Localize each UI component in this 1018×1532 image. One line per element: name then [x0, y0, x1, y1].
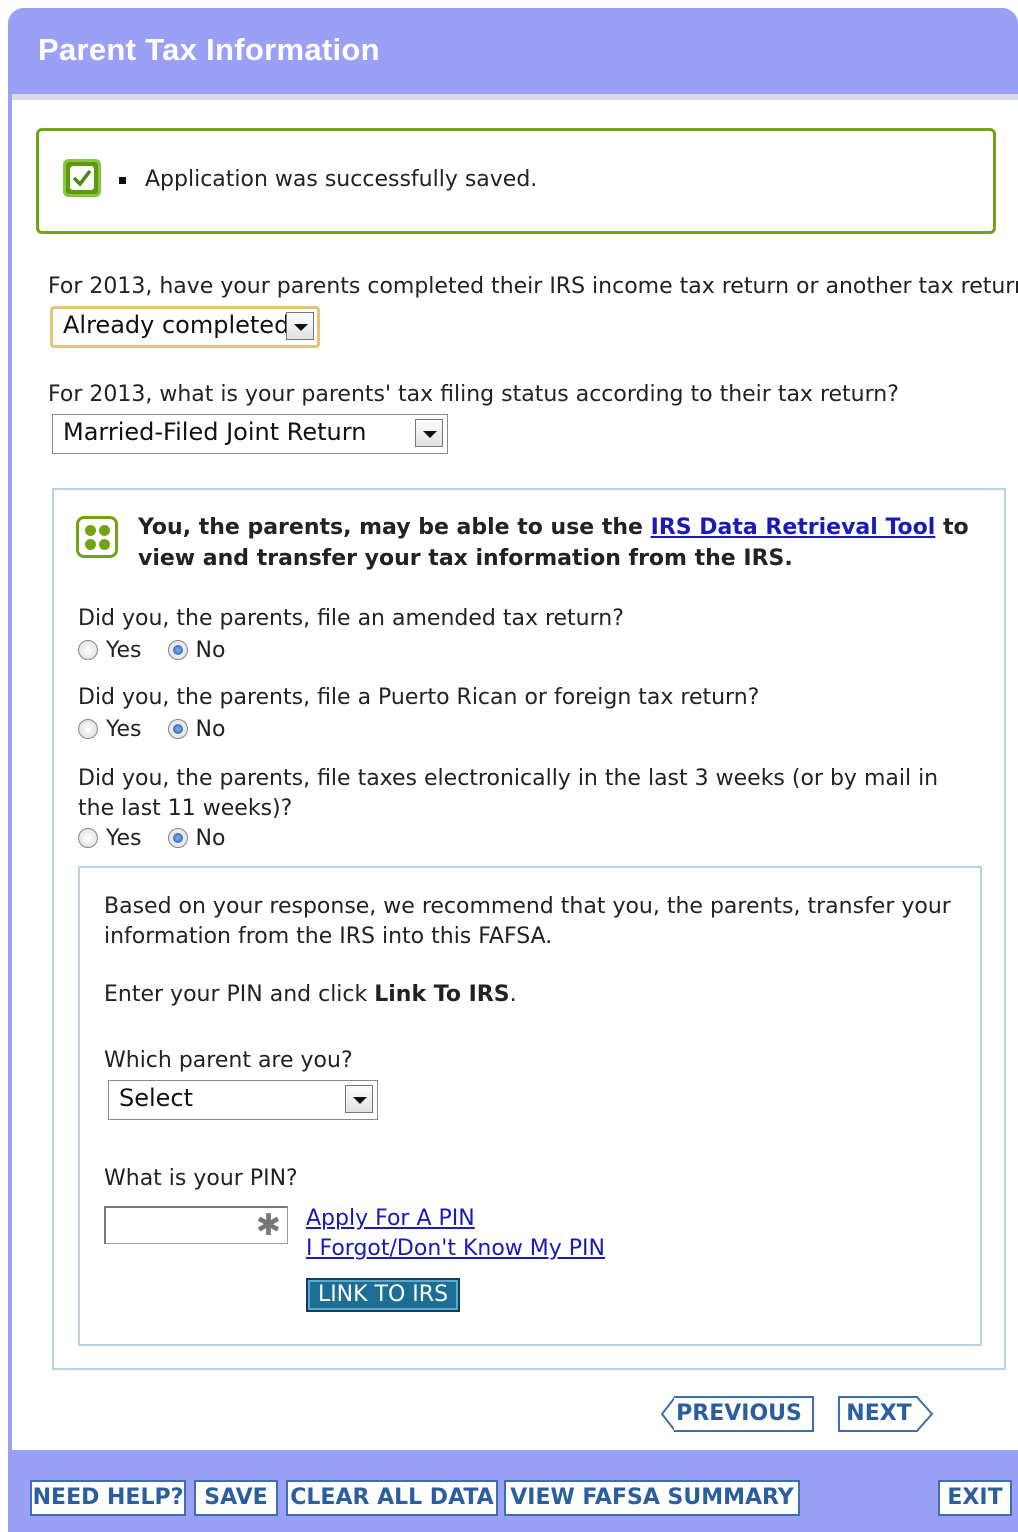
chevron-down-icon[interactable]	[345, 1085, 373, 1113]
amended-return-radio-group: Yes No	[78, 638, 251, 663]
success-message-box: Application was successfully saved.	[36, 128, 996, 234]
foreign-no-radio[interactable]	[167, 719, 188, 739]
radio-label-yes: Yes	[106, 717, 142, 742]
filing-status-select-value: Married-Filed Joint Return	[63, 418, 367, 446]
chevron-down-icon[interactable]	[415, 419, 443, 447]
radio-label-no: No	[195, 638, 226, 663]
filing-status-select[interactable]: Married-Filed Joint Return	[52, 414, 448, 454]
exit-button[interactable]: EXIT	[938, 1480, 1012, 1516]
irs-tool-message: You, the parents, may be able to use the…	[138, 512, 988, 574]
enter-pin-bold: Link To IRS	[374, 982, 510, 1007]
electronic-no-radio[interactable]	[167, 828, 188, 848]
footer-toolbar: NEED HELP? SAVE CLEAR ALL DATA VIEW FAFS…	[8, 1450, 1018, 1532]
asterisk-icon: ✱	[255, 1208, 281, 1243]
next-button-label: NEXT	[846, 1401, 912, 1426]
foreign-yes-radio[interactable]	[78, 719, 98, 739]
radio-label-no: No	[195, 717, 226, 742]
radio-label-no: No	[195, 826, 226, 851]
previous-button-label: PREVIOUS	[676, 1401, 802, 1426]
irs-data-retrieval-tool-link[interactable]: IRS Data Retrieval Tool	[651, 515, 936, 540]
completed-select[interactable]: Already completed	[50, 306, 320, 348]
next-button[interactable]: NEXT	[838, 1396, 934, 1432]
clear-all-data-button[interactable]: CLEAR ALL DATA	[286, 1480, 498, 1516]
recommendation-panel: Based on your response, we recommend tha…	[78, 866, 982, 1346]
need-help-button[interactable]: NEED HELP?	[30, 1480, 186, 1516]
irs-tool-text-before: You, the parents, may be able to use the	[138, 515, 651, 540]
recommendation-text: Based on your response, we recommend tha…	[104, 894, 951, 949]
pin-input[interactable]: ✱	[104, 1206, 288, 1244]
completed-select-value: Already completed	[63, 311, 290, 339]
foreign-return-radio-group: Yes No	[78, 717, 251, 742]
page-header: Parent Tax Information	[8, 8, 1018, 94]
page-frame: Parent Tax Information Application was s…	[8, 8, 1018, 1532]
apply-for-pin-link[interactable]: Apply For A PIN	[306, 1206, 475, 1231]
amended-yes-radio[interactable]	[78, 640, 98, 660]
radio-label-yes: Yes	[106, 638, 142, 663]
bullet-icon	[119, 177, 126, 184]
enter-pin-prefix: Enter your PIN and click	[104, 982, 375, 1007]
view-fafsa-summary-button[interactable]: VIEW FAFSA SUMMARY	[504, 1480, 800, 1516]
data-retrieval-icon	[76, 516, 118, 558]
radio-label-yes: Yes	[106, 826, 142, 851]
pin-label: What is your PIN?	[104, 1166, 298, 1191]
question-filing-status-label: For 2013, what is your parents' tax fili…	[48, 382, 899, 407]
irs-data-retrieval-panel: You, the parents, may be able to use the…	[52, 488, 1006, 1370]
electronic-yes-radio[interactable]	[78, 828, 98, 848]
arrow-left-icon	[660, 1396, 676, 1432]
previous-button[interactable]: PREVIOUS	[660, 1396, 814, 1432]
electronic-filing-label: Did you, the parents, file taxes electro…	[78, 766, 939, 821]
arrow-right-icon	[916, 1396, 934, 1432]
electronic-filing-radio-group: Yes No	[78, 826, 251, 851]
forgot-pin-link[interactable]: I Forgot/Don't Know My PIN	[306, 1236, 605, 1261]
amended-return-label: Did you, the parents, file an amended ta…	[78, 606, 624, 631]
success-text: Application was successfully saved.	[145, 167, 538, 192]
enter-pin-instruction: Enter your PIN and click Link To IRS.	[104, 980, 517, 1010]
main-content: Application was successfully saved. For …	[12, 94, 1018, 1456]
page-title: Parent Tax Information	[38, 32, 380, 67]
save-button[interactable]: SAVE	[194, 1480, 278, 1516]
enter-pin-suffix: .	[509, 982, 517, 1007]
foreign-return-label: Did you, the parents, file a Puerto Rica…	[78, 685, 760, 710]
question-completed-label: For 2013, have your parents completed th…	[48, 274, 1018, 299]
which-parent-select[interactable]: Select	[108, 1080, 378, 1120]
amended-no-radio[interactable]	[167, 640, 188, 660]
checkmark-icon	[63, 159, 101, 197]
chevron-down-icon[interactable]	[286, 312, 314, 340]
which-parent-label: Which parent are you?	[104, 1048, 353, 1073]
which-parent-select-value: Select	[119, 1084, 194, 1112]
link-to-irs-button[interactable]: LINK TO IRS	[306, 1278, 460, 1312]
